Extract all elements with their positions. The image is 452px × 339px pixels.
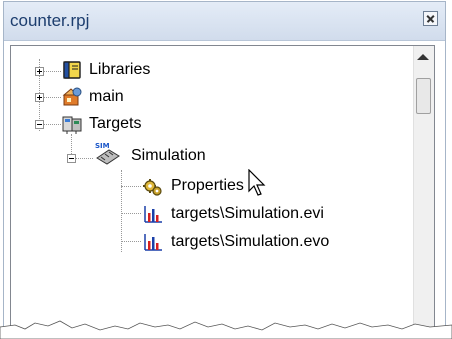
book-icon xyxy=(63,61,81,79)
scroll-up-arrow-icon[interactable] xyxy=(417,54,429,60)
gears-icon xyxy=(143,179,162,196)
close-icon[interactable] xyxy=(423,11,438,26)
collapse-targets-toggle[interactable] xyxy=(35,120,44,129)
tree-item-main[interactable]: main xyxy=(89,88,124,106)
simulation-target-icon: SIM xyxy=(95,142,120,165)
mouse-cursor-icon xyxy=(248,169,266,196)
tree-item-properties[interactable]: Properties xyxy=(171,177,244,195)
torn-edge xyxy=(0,320,452,339)
chart-file-icon xyxy=(144,234,162,251)
tree-item-simulation-evo[interactable]: targets\Simulation.evo xyxy=(171,233,329,251)
collapse-simulation-toggle[interactable] xyxy=(67,154,76,163)
expand-main-toggle[interactable] xyxy=(35,93,44,102)
tree-item-libraries[interactable]: Libraries xyxy=(89,61,150,79)
tree-item-simulation[interactable]: Simulation xyxy=(131,147,206,165)
program-icon xyxy=(62,87,82,106)
tree-item-simulation-evi[interactable]: targets\Simulation.evi xyxy=(171,205,324,223)
scroll-thumb[interactable] xyxy=(416,78,431,114)
panel-titlebar: counter.rpj xyxy=(4,2,445,41)
svg-text:SIM: SIM xyxy=(95,142,110,150)
targets-icon xyxy=(62,116,82,134)
tree-item-targets[interactable]: Targets xyxy=(89,115,141,133)
expand-libraries-toggle[interactable] xyxy=(35,67,44,76)
vertical-scrollbar[interactable] xyxy=(413,46,434,336)
project-tree[interactable]: Libraries main Targets SIM Simulation Pr… xyxy=(10,45,435,337)
panel-title: counter.rpj xyxy=(10,11,90,30)
chart-file-icon xyxy=(144,206,162,223)
